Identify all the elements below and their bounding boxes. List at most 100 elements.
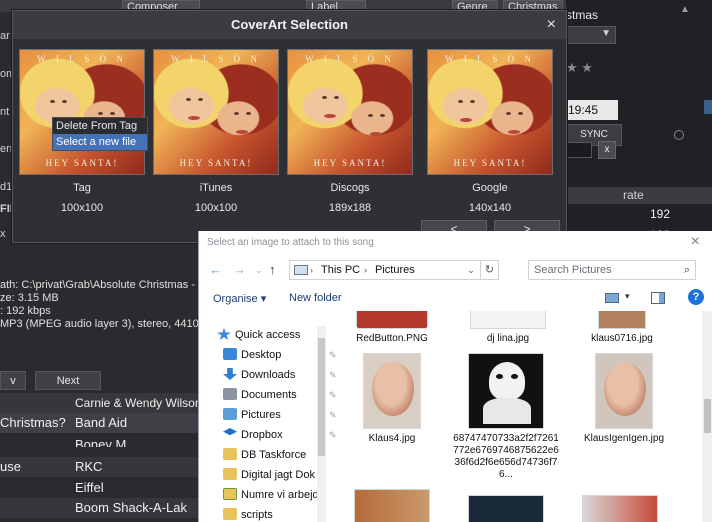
small-input[interactable] <box>566 142 592 158</box>
file-thumbnail <box>470 311 546 329</box>
new-folder-button[interactable]: New folder <box>289 292 342 304</box>
chevron-down-icon[interactable]: ▾ <box>625 291 630 302</box>
back-arrow-icon[interactable]: ← <box>209 262 222 277</box>
info-size: ze: 3.15 MB <box>0 292 59 304</box>
dialog-title: CoverArt Selection <box>230 17 349 32</box>
cover-size-label: 100x100 <box>194 202 238 214</box>
album-cover-image: W I L S O N HEY SANTA! <box>154 50 278 174</box>
chevron-down-icon[interactable]: ⌄ <box>464 261 478 279</box>
file-item-redbutton[interactable]: RedButton.PNG <box>337 311 447 345</box>
cover-size-label: 100x100 <box>60 202 104 214</box>
table-row[interactable]: use RKC <box>0 457 200 477</box>
file-item-dj-lina[interactable]: dj lina.jpg <box>453 311 563 345</box>
sidebar-item-pictures[interactable]: Pictures ✎ <box>223 406 337 424</box>
file-item[interactable] <box>451 495 561 522</box>
close-icon[interactable]: × <box>547 11 556 39</box>
clear-button[interactable]: x <box>598 141 616 159</box>
file-thumbnail <box>582 495 658 522</box>
organise-menu[interactable]: Organise ▾ <box>213 292 266 305</box>
file-thumbnail <box>598 311 646 329</box>
rate-column-header[interactable]: rate <box>567 187 712 204</box>
sidebar-item-numre[interactable]: Numre vi arbejd <box>223 486 319 504</box>
forward-arrow-icon[interactable]: → <box>233 262 246 277</box>
sidebar-item-digital-jagt[interactable]: Digital jagt Dok <box>223 466 315 484</box>
left-label-7: x <box>0 228 6 240</box>
address-bar[interactable]: › This PC › Pictures ⌄ ↻ <box>289 260 499 280</box>
breadcrumb-this-pc[interactable]: This PC <box>321 261 360 279</box>
time-field[interactable]: 19:45 <box>566 100 618 120</box>
preview-pane-icon[interactable] <box>651 292 665 304</box>
info-format: MP3 (MPEG audio layer 3), stereo, 4410 <box>0 318 199 330</box>
cover-option-discogs[interactable]: W I L S O N HEY SANTA! <box>287 49 413 175</box>
this-pc-icon <box>294 265 308 275</box>
file-item-klausigenigen[interactable]: KlausIgenIgen.jpg <box>569 353 679 445</box>
scrollbar-thumb[interactable] <box>318 338 325 456</box>
search-input[interactable]: Search Pictures ⌕ <box>528 260 696 280</box>
cover-option-itunes[interactable]: W I L S O N HEY SANTA! <box>153 49 279 175</box>
sidebar-scrollbar[interactable] <box>317 326 326 522</box>
file-thumbnail <box>468 495 544 522</box>
file-list: RedButton.PNG dj lina.jpg klaus0716.jpg … <box>333 311 703 522</box>
sidebar-item-scripts[interactable]: scripts <box>223 506 273 522</box>
file-item-klaus4[interactable]: Klaus4.jpg <box>337 353 447 445</box>
file-open-dialog: Select an image to attach to this song ×… <box>198 231 712 522</box>
sidebar-item-downloads[interactable]: Downloads ✎ <box>223 366 337 384</box>
table-row[interactable]: Eiffel <box>0 478 200 498</box>
sidebar-item-quick-access[interactable]: Quick access <box>217 326 300 344</box>
sidebar-item-documents[interactable]: Documents ✎ <box>223 386 337 404</box>
close-icon[interactable]: × <box>691 233 700 251</box>
context-menu: Delete From Tag Select a new file <box>52 117 148 151</box>
help-icon[interactable]: ? <box>688 289 704 305</box>
table-row[interactable]: Carnie & Wendy Wilson <box>0 393 202 413</box>
coverart-titlebar[interactable]: CoverArt Selection × <box>13 11 566 39</box>
next-button[interactable]: Next <box>35 371 101 390</box>
folder-icon <box>223 468 237 480</box>
left-label-1: ar <box>0 30 10 42</box>
dropbox-icon <box>223 428 237 436</box>
file-thumbnail <box>354 489 430 522</box>
prev-button[interactable]: v <box>0 371 26 390</box>
sidebar-item-db-taskforce[interactable]: DB Taskforce <box>223 446 306 464</box>
file-dialog-title: Select an image to attach to this song <box>207 237 374 248</box>
scrollbar-thumb[interactable] <box>704 399 711 433</box>
table-row[interactable]: Boom Shack-A-Lak <box>0 498 200 518</box>
recent-dropdown-icon[interactable]: ⌄ <box>255 265 263 276</box>
left-label-3: nt <box>0 106 10 118</box>
up-arrow-icon[interactable]: ↑ <box>269 262 276 277</box>
table-row[interactable]: Christmas? Band Aid <box>0 413 200 433</box>
genre-dropdown[interactable]: ▼ <box>566 26 616 44</box>
left-label-5: d1 <box>0 181 13 193</box>
file-thumbnail <box>595 353 653 429</box>
cover-option-google[interactable]: W I L S O N HEY SANTA! <box>427 49 553 175</box>
album-cover-image: W I L S O N HEY SANTA! <box>288 50 412 174</box>
face-image <box>604 362 646 416</box>
menu-item-delete-from-tag[interactable]: Delete From Tag <box>53 118 147 134</box>
cover-size-label: 140x140 <box>468 202 512 214</box>
file-list-scrollbar[interactable] <box>702 311 712 522</box>
sidebar-item-desktop[interactable]: Desktop ✎ <box>223 346 337 364</box>
breadcrumb-pictures[interactable]: Pictures <box>375 261 415 279</box>
knob-icon[interactable] <box>674 130 684 140</box>
desktop-icon <box>223 348 237 360</box>
file-thumbnail <box>363 353 421 429</box>
file-item[interactable] <box>337 489 447 522</box>
file-item-long-hash[interactable]: 68747470733a2f2f7261772e6769746875622e63… <box>451 353 561 481</box>
pictures-icon <box>223 408 237 420</box>
info-bitrate: : 192 kbps <box>0 305 51 317</box>
scroll-up-icon[interactable]: ▲ <box>680 4 690 15</box>
refresh-icon[interactable]: ↻ <box>480 261 498 279</box>
folder-icon <box>223 448 237 460</box>
cover-source-label: Discogs <box>330 182 370 194</box>
rating-stars-icon[interactable]: ★ ★ <box>566 60 593 76</box>
file-item-klaus0716[interactable]: klaus0716.jpg <box>567 311 677 345</box>
table-row[interactable]: Boney M <box>0 433 200 447</box>
view-options-icon[interactable] <box>605 293 619 303</box>
menu-item-select-new-file[interactable]: Select a new file <box>53 134 147 150</box>
cover-option-tag[interactable]: W I L S O N HEY SANTA! <box>19 49 145 175</box>
screen: Composer Label Genre Christmas ar om nt … <box>0 0 712 522</box>
mask-icon <box>489 362 525 400</box>
file-item[interactable] <box>565 495 675 522</box>
sidebar-item-dropbox[interactable]: Dropbox ✎ <box>223 426 337 444</box>
download-icon <box>223 368 237 380</box>
file-thumbnail <box>356 311 428 329</box>
